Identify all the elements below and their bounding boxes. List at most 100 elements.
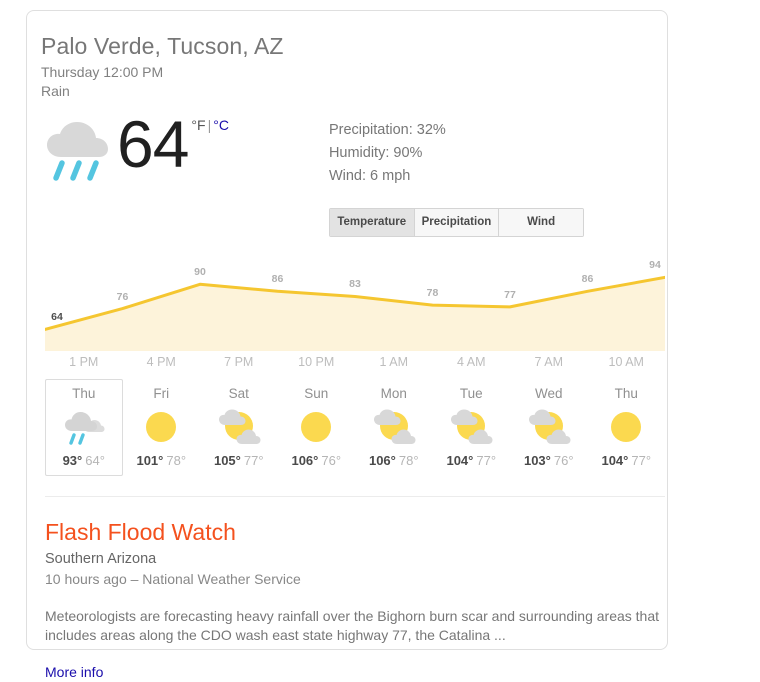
alert-meta: 10 hours ago – National Weather Service [45,571,301,587]
forecast-day-temps: 106° 78° [356,453,432,468]
forecast-day-name: Mon [380,386,407,401]
forecast-day-sun-3[interactable]: Sun 106° 76° [278,379,356,476]
forecast-day-thu-0[interactable]: Thu 93° 64° [45,379,123,476]
forecast-day-name: Thu [614,386,638,401]
current-condition-text: Rain [41,83,70,99]
forecast-day-temps: 106° 76° [279,453,355,468]
forecast-day-thu-7[interactable]: Thu 104° 77° [588,379,666,476]
forecast-day-fri-1[interactable]: Fri 101° 78° [123,379,201,476]
forecast-low-temp: 76° [553,453,574,468]
chart-point-label: 94 [649,259,661,272]
alert-body: Meteorologists are forecasting heavy rai… [45,608,660,643]
forecast-day-icon-box [356,404,432,450]
forecast-low-temp: 78° [398,453,419,468]
forecast-day-sat-2[interactable]: Sat 105° 77° [200,379,278,476]
forecast-day-wed-6[interactable]: Wed 103° 76° [510,379,588,476]
temperature-display: 64 °F | °C [117,107,229,181]
forecast-day-name: Thu [72,386,96,401]
forecast-low-temp: 77° [631,453,652,468]
forecast-day-tue-5[interactable]: Tue 104° 77° [433,379,511,476]
x-axis-tick: 4 PM [146,355,176,369]
tab-wind[interactable]: Wind [499,209,583,236]
x-axis-tick: 1 AM [379,355,409,369]
tab-temperature[interactable]: Temperature [329,209,415,236]
sunny-icon [611,412,642,442]
chart-point-label: 83 [349,278,361,291]
wind-detail: Wind: 6 mph [328,168,411,184]
forecast-high-temp: 106° [368,453,396,468]
current-details: Precipitation: 32% Humidity: 90% Wind: 6… [328,119,584,237]
tab-precipitation[interactable]: Precipitation [414,209,500,236]
forecast-day-temps: 105° 77° [201,453,277,468]
forecast-day-mon-4[interactable]: Mon 106° 78° [355,379,433,476]
x-axis-tick: 4 AM [457,355,486,369]
current-datetime: Thursday 12:00 PM [41,64,164,80]
alert-title[interactable]: Flash Flood Watch [45,519,665,546]
x-axis-tick: 10 AM [608,355,644,369]
weather-alert: Flash Flood Watch Southern Arizona 10 ho… [45,519,665,682]
section-divider [45,496,665,497]
forecast-day-temps: 104° 77° [589,453,665,468]
alert-region: Southern Arizona [45,551,157,567]
forecast-day-temps: 104° 77° [434,453,510,468]
current-temp-group: 64 °F | °C [41,107,229,185]
rain-icon [64,412,105,445]
forecast-high-temp: 101° [136,453,164,468]
forecast-day-icon-box [589,404,665,450]
x-axis-tick: 7 AM [534,355,564,369]
forecast-high-temp: 106° [291,453,319,468]
forecast-low-temp: 64° [85,453,105,468]
chart-mode-tabs: Temperature Precipitation Wind [328,208,584,237]
forecast-low-temp: 77° [476,453,497,468]
chart-point-label: 90 [194,266,206,279]
sunny-icon [301,412,332,442]
forecast-day-icon-box [201,404,277,450]
x-axis-tick: 7 PM [224,355,254,369]
forecast-low-temp: 77° [243,453,264,468]
forecast-day-temps: 101° 78° [124,453,200,468]
rain-icon [47,122,108,181]
forecast-day-name: Sat [228,386,249,401]
forecast-high-temp: 105° [213,453,241,468]
forecast-day-temps: 103° 76° [511,453,587,468]
daily-forecast-row: Thu 93° 64° Fri 101° 78° Sat 105° 77° Sun 106° 76° M… [45,379,665,476]
current-conditions: 64 °F | °C Precipitation: 32% Humidity: 90… [41,107,645,237]
unit-fahrenheit[interactable]: °F [191,117,205,133]
humidity-detail: Humidity: 90% [328,145,423,161]
unit-celsius[interactable]: °C [213,117,229,133]
forecast-day-icon-box [124,404,200,450]
more-info-link[interactable]: More info [45,664,103,680]
forecast-day-icon-box [279,404,355,450]
forecast-day-name: Wed [534,386,563,401]
forecast-day-icon-box [434,404,510,450]
partly-cloudy-icon [218,409,261,444]
forecast-day-icon-box [511,404,587,450]
chart-point-label: 86 [581,273,594,286]
x-axis-tick: 10 PM [298,355,335,369]
chart-x-axis: 1 PM 4 PM 7 PM 10 PM 1 AM 4 AM 7 AM 10 AM [45,351,665,373]
x-axis-tick: 1 PM [69,355,99,369]
temperature-chart[interactable]: 64 76 90 86 83 78 77 86 94 [45,251,665,351]
weather-widget-root: Palo Verde, Tucson, AZ Thursday 12:00 PM… [0,0,760,680]
partly-cloudy-icon [451,409,493,444]
sunny-icon [146,412,177,442]
chart-point-label: 77 [504,288,516,301]
forecast-day-name: Fri [153,386,170,401]
forecast-high-temp: 104° [446,453,474,468]
weather-card: Palo Verde, Tucson, AZ Thursday 12:00 PM… [26,10,668,680]
forecast-low-temp: 76° [321,453,342,468]
forecast-day-temps: 93° 64° [46,453,122,468]
chart-point-label: 64 [51,311,63,324]
page-title: Palo Verde, Tucson, AZ [41,33,284,59]
chart-point-label: 78 [426,287,439,300]
forecast-high-temp: 104° [601,453,629,468]
chart-point-label: 86 [271,273,284,286]
forecast-day-icon-box [46,404,122,450]
precipitation-detail: Precipitation: 32% [328,122,446,138]
forecast-low-temp: 78° [166,453,187,468]
unit-toggle[interactable]: °F | °C [191,117,229,133]
forecast-high-temp: 103° [523,453,551,468]
temperature-value: 64 [117,107,189,181]
partly-cloudy-icon [528,409,571,444]
forecast-day-name: Sun [304,386,329,401]
